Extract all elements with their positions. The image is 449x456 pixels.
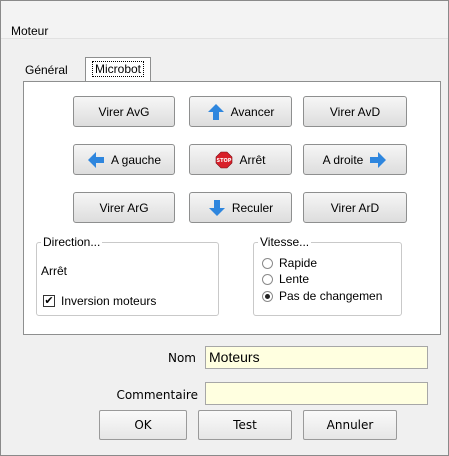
a-droite-label: A droite — [322, 152, 364, 167]
virer-ard-button[interactable]: Virer ArD — [303, 192, 407, 223]
inversion-checkbox[interactable]: ✔ — [43, 295, 55, 307]
arrow-right-icon — [370, 151, 387, 168]
tab-microbot[interactable]: Microbot — [85, 57, 152, 81]
radio-pas-de-changement-label[interactable]: Pas de changemen — [279, 289, 382, 303]
test-button[interactable]: Test — [198, 410, 292, 440]
virer-avg-label: Virer AvG — [98, 104, 150, 119]
svg-text:STOP: STOP — [217, 158, 232, 164]
microbot-panel: Virer AvG Avancer Virer AvD A gauche STO… — [23, 81, 441, 335]
virer-avd-button[interactable]: Virer AvD — [303, 96, 407, 127]
arrow-up-icon — [207, 103, 224, 120]
title-bar: Moteur — [1, 1, 448, 39]
dialog-window: Moteur Général Microbot Virer AvG Avance… — [0, 0, 449, 456]
virer-avd-label: Virer AvD — [329, 104, 381, 119]
a-droite-button[interactable]: A droite — [303, 144, 407, 175]
arret-label: Arrêt — [239, 152, 266, 167]
ok-button[interactable]: OK — [99, 410, 187, 440]
radio-rapide[interactable] — [262, 258, 273, 269]
radio-lente[interactable] — [262, 274, 273, 285]
radio-pas-de-changement[interactable] — [262, 291, 273, 302]
reculer-label: Reculer — [231, 200, 274, 215]
tab-general[interactable]: Général — [21, 59, 72, 81]
arret-button[interactable]: STOP Arrêt — [189, 144, 292, 175]
direction-legend: Direction... — [41, 235, 103, 249]
stop-sign-icon: STOP — [216, 151, 233, 168]
nom-field[interactable]: Moteurs — [205, 346, 428, 369]
inversion-label[interactable]: Inversion moteurs — [61, 294, 156, 308]
vitesse-group: Vitesse... Rapide Lente Pas de changemen — [253, 235, 402, 316]
commentaire-label: Commentaire — [116, 388, 198, 402]
a-gauche-button[interactable]: A gauche — [73, 144, 175, 175]
annuler-button[interactable]: Annuler — [303, 410, 397, 440]
vitesse-legend: Vitesse... — [258, 235, 312, 249]
direction-group: Direction... Arrêt ✔ Inversion moteurs — [36, 235, 219, 316]
commentaire-field[interactable] — [205, 382, 428, 405]
arrow-down-icon — [208, 199, 225, 216]
window-title: Moteur — [11, 24, 49, 38]
direction-state: Arrêt — [41, 264, 68, 278]
radio-lente-label[interactable]: Lente — [279, 272, 309, 286]
arrow-left-icon — [87, 151, 104, 168]
reculer-button[interactable]: Reculer — [189, 192, 292, 223]
virer-ard-label: Virer ArD — [330, 200, 380, 215]
avancer-button[interactable]: Avancer — [189, 96, 292, 127]
radio-rapide-label[interactable]: Rapide — [279, 256, 317, 270]
virer-arg-label: Virer ArG — [99, 200, 149, 215]
virer-avg-button[interactable]: Virer AvG — [73, 96, 175, 127]
avancer-label: Avancer — [230, 104, 275, 119]
tab-microbot-label: Microbot — [92, 61, 145, 77]
a-gauche-label: A gauche — [110, 152, 162, 167]
virer-arg-button[interactable]: Virer ArG — [73, 192, 175, 223]
nom-label: Nom — [167, 351, 196, 365]
